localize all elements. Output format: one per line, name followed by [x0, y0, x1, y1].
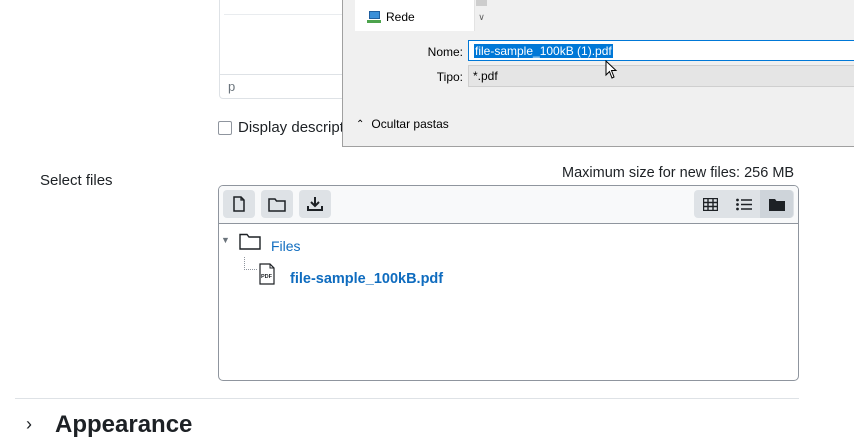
- add-file-button[interactable]: [223, 190, 255, 218]
- editor-statusbar: [219, 74, 359, 99]
- file-type-label: Tipo:: [436, 70, 463, 84]
- display-description-label: Display descript: [238, 119, 344, 136]
- network-icon: [367, 11, 381, 23]
- appearance-section-heading[interactable]: Appearance: [55, 411, 192, 439]
- nav-item-network[interactable]: Rede: [367, 10, 415, 24]
- view-tree-button[interactable]: [760, 190, 793, 218]
- chevron-up-icon: ⌃: [356, 118, 365, 130]
- folder-icon: [268, 197, 286, 212]
- scroll-down-icon[interactable]: ∨: [474, 12, 489, 23]
- svg-text:PDF: PDF: [261, 274, 273, 280]
- section-divider: [15, 398, 799, 399]
- pdf-file-icon: PDF: [259, 263, 275, 285]
- view-icons-button[interactable]: [694, 190, 727, 218]
- scrollbar-thumb[interactable]: [476, 0, 487, 6]
- display-description-checkbox[interactable]: [218, 120, 232, 135]
- hide-folders-button[interactable]: ⌃ Ocultar pastas: [356, 117, 449, 131]
- mouse-cursor-icon: [605, 60, 618, 79]
- grid-icon: [703, 197, 718, 211]
- tree-connector: [244, 257, 257, 270]
- tree-collapse-icon[interactable]: ▼: [221, 235, 230, 245]
- file-name-label: Nome:: [427, 45, 463, 59]
- download-icon: [307, 197, 323, 211]
- chevron-right-icon[interactable]: ›: [26, 414, 32, 435]
- nav-item-network-label: Rede: [386, 10, 415, 24]
- select-files-label: Select files: [40, 172, 113, 189]
- file-icon: [233, 196, 245, 212]
- view-list-button[interactable]: [727, 190, 760, 218]
- editor-element-path[interactable]: p: [228, 79, 235, 94]
- max-file-size-note: Maximum size for new files: 256 MB: [562, 165, 795, 181]
- file-name-selected-text: file-sample_100kB (1).pdf: [474, 44, 613, 58]
- folder-icon: [239, 233, 261, 250]
- create-folder-button[interactable]: [261, 190, 293, 218]
- folder-solid-icon: [768, 198, 785, 211]
- editor-content-line: [224, 0, 354, 15]
- file-type-select[interactable]: *.pdf: [468, 65, 854, 87]
- tree-root-folder[interactable]: Files: [271, 238, 301, 254]
- hide-folders-label: Ocultar pastas: [371, 117, 449, 131]
- file-name-input[interactable]: file-sample_100kB (1).pdf: [468, 40, 854, 61]
- file-item-link[interactable]: file-sample_100kB.pdf: [290, 271, 443, 287]
- display-description-option[interactable]: Display descript: [218, 119, 344, 136]
- list-icon: [735, 198, 752, 210]
- download-all-button[interactable]: [299, 190, 331, 218]
